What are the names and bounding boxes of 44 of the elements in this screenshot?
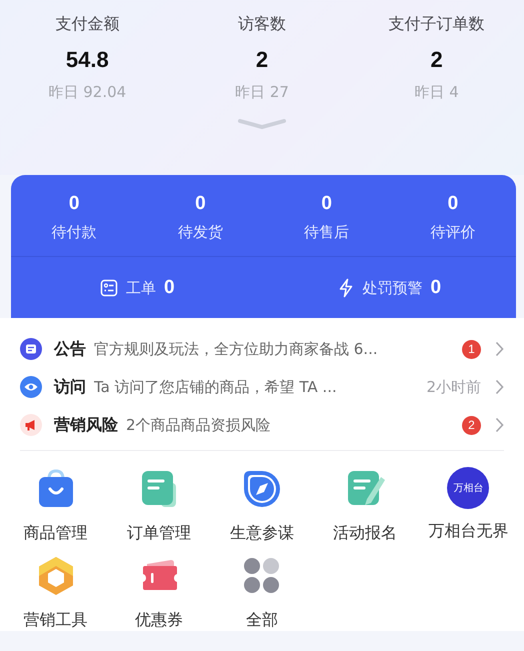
notice-title: 公告 <box>54 338 86 360</box>
stat-value: 2 <box>256 47 268 73</box>
stat-value: 54.8 <box>66 47 109 73</box>
tool-label[interactable]: 商品管理 <box>24 523 88 544</box>
stat-label: 访客数 <box>238 14 286 35</box>
chevron-right-icon <box>495 417 504 433</box>
chevron-right-icon <box>495 341 504 357</box>
notice-text: Ta 访问了您店铺的商品，希望 TA ... <box>94 378 338 396</box>
tool-label[interactable]: 全部 <box>246 610 278 631</box>
tool-label[interactable]: 优惠券 <box>134 610 183 631</box>
tool-label[interactable]: 营销工具 <box>24 610 88 631</box>
tool-label[interactable]: 活动报名 <box>333 523 398 544</box>
notice-text: 官方规则及玩法，全方位助力商家备战 6... <box>94 340 379 358</box>
notice-row[interactable]: 公告 官方规则及玩法，全方位助力商家备战 6... 1 <box>20 330 504 368</box>
lightning-icon <box>338 278 354 298</box>
megaphone-icon <box>20 414 42 436</box>
order-status-button[interactable]: 0 待评价 <box>390 193 516 256</box>
eye-icon <box>20 376 42 398</box>
announcement-icon <box>20 338 42 360</box>
checklist-icon <box>100 279 118 297</box>
brand-logo[interactable]: 万相台 <box>447 467 490 509</box>
stat-yesterday: 昨日 27 <box>235 83 289 102</box>
tool-label[interactable]: 订单管理 <box>126 523 191 544</box>
notice-time: 2小时前 <box>426 378 481 396</box>
stat-yesterday: 昨日 4 <box>414 83 459 102</box>
count-badge: 2 <box>462 416 481 434</box>
tool-label[interactable]: 生意参谋 <box>230 523 294 544</box>
alert-button[interactable]: 处罚预警 0 <box>264 276 516 300</box>
chevron-right-icon <box>495 379 504 395</box>
notice-row[interactable]: 营销风险 2个商品商品资损风险 2 <box>20 406 504 444</box>
tool-label[interactable]: 万相台无界 <box>428 521 508 542</box>
count-badge: 1 <box>462 340 481 358</box>
notice-text: 2个商品商品资损风险 <box>126 416 272 434</box>
stat-value: 2 <box>430 47 443 73</box>
notice-title: 访问 <box>54 376 86 398</box>
notice-title: 营销风险 <box>54 414 118 436</box>
alert-button[interactable]: 工单 0 <box>11 276 264 300</box>
order-status-button[interactable]: 0 待售后 <box>264 193 390 256</box>
order-status-button[interactable]: 0 待付款 <box>11 193 138 256</box>
stat-yesterday: 昨日 92.04 <box>48 83 126 102</box>
stat-label: 支付金额 <box>55 14 120 35</box>
order-status-button[interactable]: 0 待发货 <box>137 193 264 256</box>
notice-row[interactable]: 访问 Ta 访问了您店铺的商品，希望 TA ... 2小时前 <box>20 368 504 406</box>
stat-label: 支付子订单数 <box>388 14 485 35</box>
